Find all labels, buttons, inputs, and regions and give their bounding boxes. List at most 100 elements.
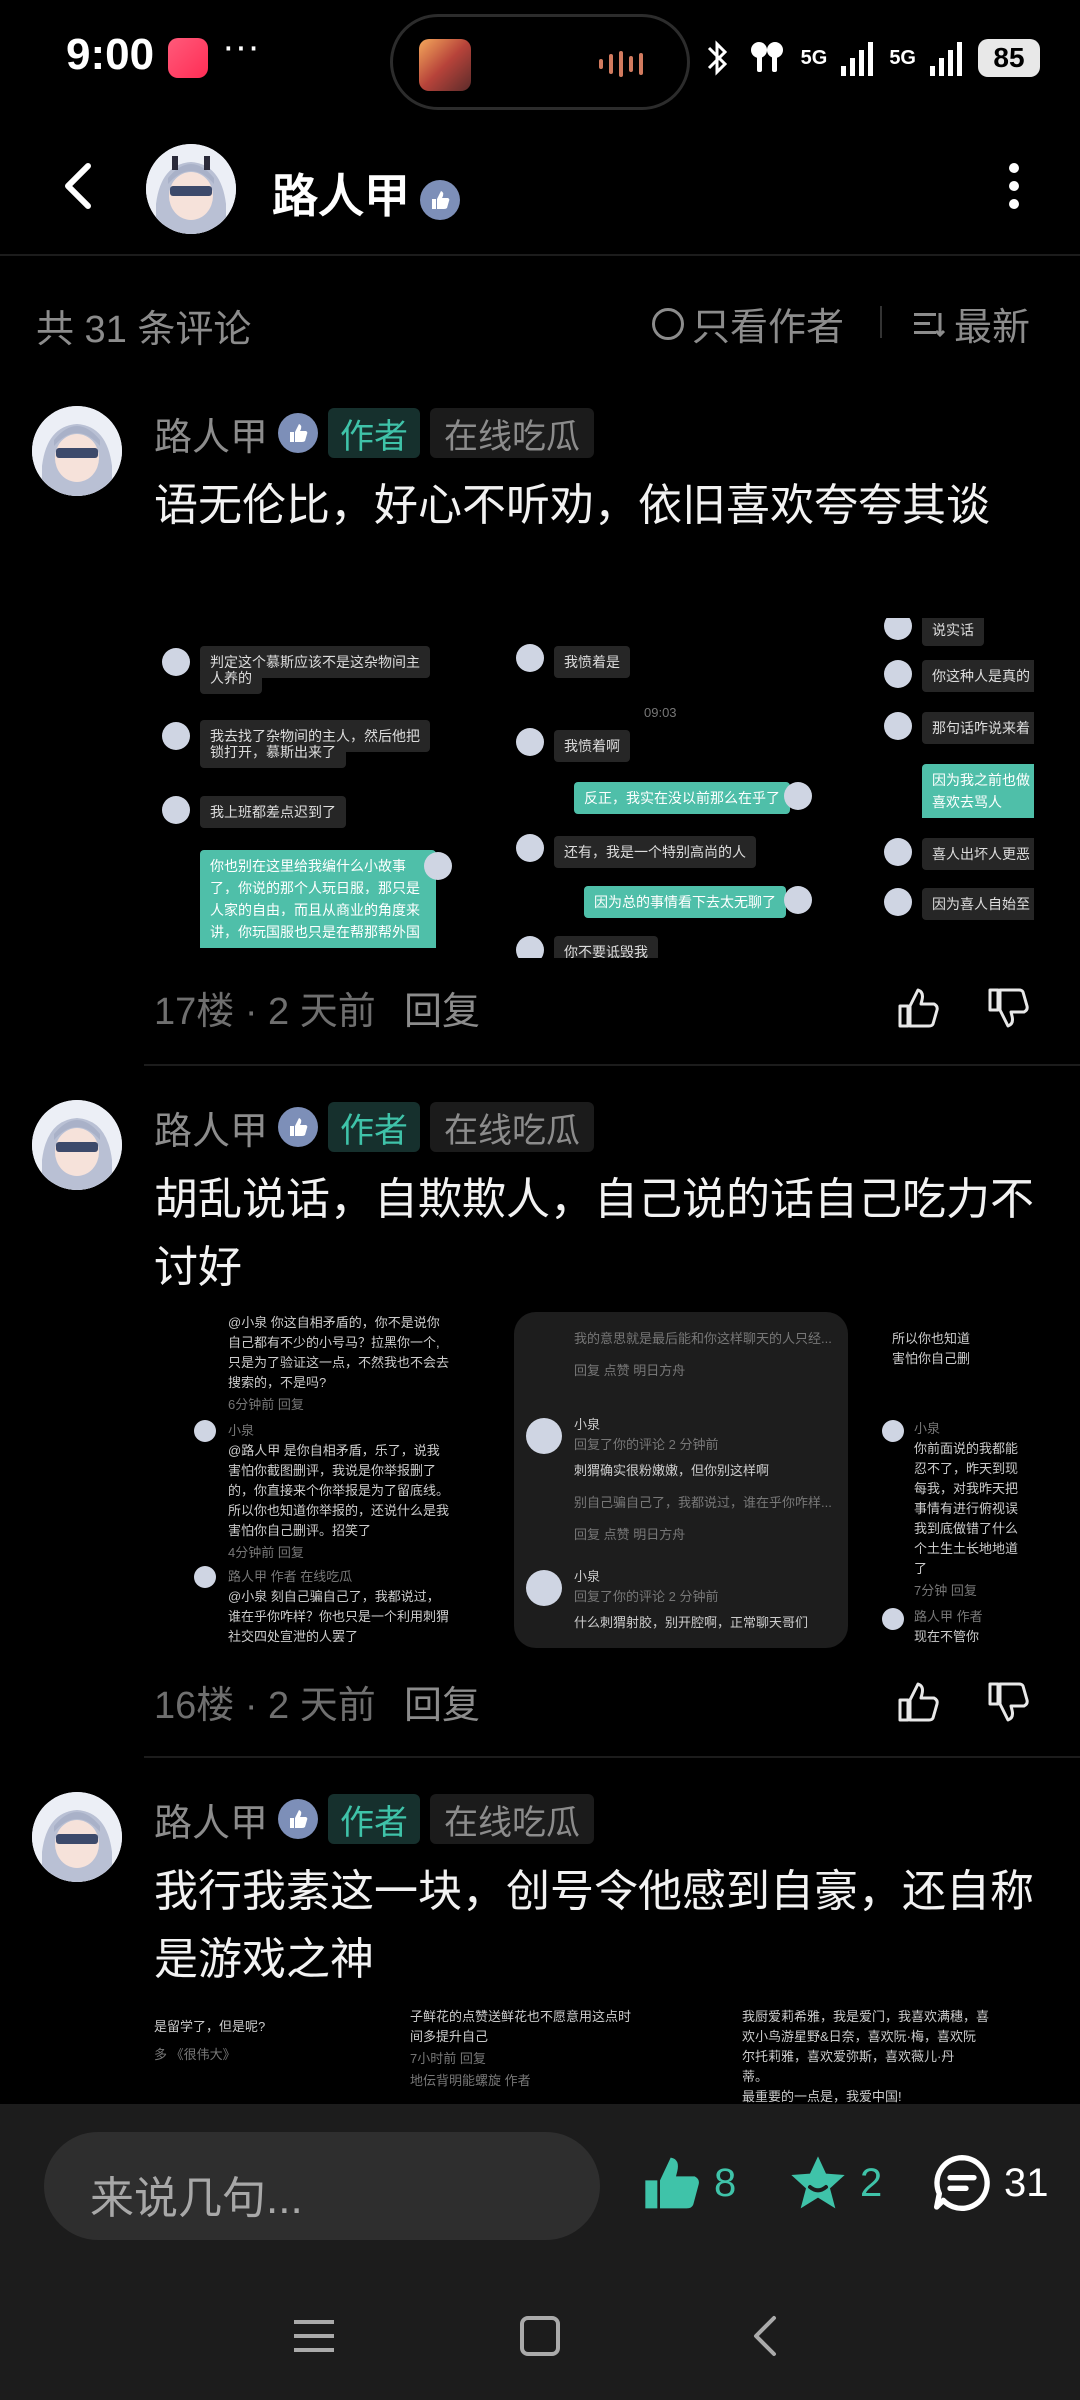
like-icon xyxy=(645,2157,699,2209)
chat-bubble: 讲，你玩国服也只是在帮那帮外国 xyxy=(200,916,436,948)
chat-time: 4分钟前 回复 xyxy=(228,1545,304,1560)
comment-image[interactable]: @小泉 你这自相矛盾的，你不是说你 自己都有不少的小号马？拉黑你一个, 只是为了… xyxy=(194,1312,484,1652)
star-icon xyxy=(791,2156,845,2209)
circle-icon xyxy=(652,307,684,340)
comment-image[interactable]: 是留学了，但是呢? 多 《很伟大》 xyxy=(154,2006,454,2104)
signal-2-label: 5G xyxy=(889,47,916,69)
chat-meta: 回复了你的评论 2 分钟前 xyxy=(574,1437,719,1452)
chat-user: 小泉 xyxy=(574,1417,601,1432)
thumb-up-icon[interactable] xyxy=(894,984,942,1032)
chat-bubble: 说实话 xyxy=(922,618,984,646)
chat-line: 所以你也知道 xyxy=(892,1331,971,1346)
sort-bar: 共 31 条评论 只看作者 最新 xyxy=(0,256,1080,386)
comment-text: 胡乱说话，自欺欺人，自己说的话自己吃力不讨好 xyxy=(154,1175,1034,1292)
floor-time: 16楼 · 2 天前 xyxy=(154,1685,376,1727)
verify-icon xyxy=(278,1107,319,1147)
chat-time: 09:03 xyxy=(644,705,677,720)
more-icon[interactable] xyxy=(1004,160,1024,212)
chat-user: 地伝背明能螺旋 作者 xyxy=(410,2073,531,2088)
chat-user: 路人甲 作者 xyxy=(914,1609,983,1624)
only-author-toggle[interactable]: 只看作者 xyxy=(652,296,844,351)
chat-line: 搜索的，不是吗? xyxy=(228,1375,327,1390)
chat-line: 谁在乎你咋样？你也只是一个利用刺猬 xyxy=(228,1609,450,1624)
comment-image[interactable]: 判定这个慕斯应该不是这杂物间主 人养的 我去找了杂物间的主人，然后他把 锁打开，… xyxy=(154,618,454,958)
author-tag: 作者 xyxy=(328,1794,421,1844)
author-tag: 作者 xyxy=(328,408,421,458)
chat-line: 的，你直接来个你举报是为了留底线。 xyxy=(228,1483,450,1498)
chat-line: 自己都有不少的小号马？拉黑你一个, xyxy=(228,1335,440,1350)
chat-user: 小泉 xyxy=(914,1421,941,1436)
commenter-avatar[interactable] xyxy=(32,1792,122,1882)
comment-count: 31 xyxy=(1004,2160,1049,2205)
author-tag: 作者 xyxy=(328,1102,421,1152)
chat-bubble: 反正，我实在没以前那么在乎了 xyxy=(574,782,790,814)
thumb-down-icon[interactable] xyxy=(984,1678,1032,1726)
chat-line: 你前面说的我都能 xyxy=(914,1441,1019,1456)
comment-footer: 17楼 · 2 天前 回复 xyxy=(154,980,1034,1040)
battery-indicator: 85 xyxy=(978,39,1040,77)
status-tag: 在线吃瓜 xyxy=(430,1102,595,1152)
dynamic-island[interactable] xyxy=(390,14,690,110)
commenter-avatar[interactable] xyxy=(32,406,122,496)
chat-line: 什么刺猬射胶，别开腔啊，正常聊天哥们 xyxy=(574,1615,809,1630)
chat-line: @小泉 刻自己骗自己了，我都说过， xyxy=(228,1589,440,1604)
commenter-name[interactable]: 路人甲 xyxy=(154,1792,268,1847)
commenter-name[interactable]: 路人甲 xyxy=(154,406,268,461)
chat-line: 害怕你自己删 xyxy=(892,1351,971,1366)
comment-image[interactable]: 我厨爱莉希雅，我是爱门，我喜欢满穗，喜 欢小鸟游星野&日奈，喜欢阮·梅，喜欢阮 … xyxy=(742,2006,1034,2104)
chat-bubble: 因为总的事情看下去太无聊了 xyxy=(584,886,786,918)
verify-icon xyxy=(420,179,460,220)
comment-input[interactable]: 来说几句... xyxy=(44,2132,600,2240)
floor-time: 17楼 · 2 天前 xyxy=(154,991,376,1033)
chat-bubble: 你这种人是真的 xyxy=(922,660,1034,692)
chat-line: 别自己骗自己了，我都说过，谁在乎你咋样... xyxy=(574,1495,832,1510)
comment-item: 路人甲 作者 在线吃瓜 我行我素这一块，创号令他感到自豪，还自称是游戏之神 是留… xyxy=(0,1772,1080,2104)
thumb-down-icon[interactable] xyxy=(984,984,1032,1032)
chat-line: 蒂。 xyxy=(742,2069,769,2084)
chat-line: 每我，对我昨天把 xyxy=(914,1481,1019,1496)
chat-line: 刺猬确实很粉嫩嫩，但你别这样啊 xyxy=(574,1463,770,1478)
chat-line: 子鲜花的点赞送鲜花也不愿意用这点时 xyxy=(410,2009,632,2024)
comment-image[interactable]: 我愤着是 09:03 我愤着啊 反正，我实在没以前那么在乎了 还有，我是一个特别… xyxy=(514,618,814,958)
commenter-name[interactable]: 路人甲 xyxy=(154,1100,268,1155)
commenter-avatar[interactable] xyxy=(32,1100,122,1190)
chat-line: 事情有进行俯视误 xyxy=(914,1501,1019,1516)
chat-line: 我的意思就是最后能和你这样聊天的人只经... xyxy=(574,1331,832,1346)
media-thumbnail xyxy=(419,39,471,91)
comment-item: 路人甲 作者 在线吃瓜 语无伦比，好心不听劝，依旧喜欢夸夸其谈 判定这个慕斯应该… xyxy=(0,386,1080,1066)
reply-button[interactable]: 回复 xyxy=(404,1674,480,1729)
sort-newest-button[interactable]: 最新 xyxy=(912,296,1030,351)
comment-image[interactable]: 子鲜花的点赞送鲜花也不愿意用这点时 间多提升自己 7小时前 回复 地伝背明能螺旋… xyxy=(410,2006,710,2104)
chat-line: 欢小鸟游星野&日奈，喜欢阮·梅，喜欢阮 xyxy=(742,2029,977,2044)
chat-line: 间多提升自己 xyxy=(410,2029,489,2044)
status-time: 9:00 xyxy=(66,30,155,79)
comment-count-label: 共 31 条评论 xyxy=(36,309,252,351)
comment-text: 我行我素这一块，创号令他感到自豪，还自称是游戏之神 xyxy=(154,1867,1034,1984)
comment-image[interactable]: 所以你也知道 害怕你自己删 小泉 你前面说的我都能 忍不了，昨天到现 每我，对我… xyxy=(882,1312,1034,1652)
comment-images: 是留学了，但是呢? 多 《很伟大》 子鲜花的点赞送鲜花也不愿意用这点时 间多提升… xyxy=(154,2006,1034,2104)
home-icon[interactable] xyxy=(512,2308,568,2364)
header-avatar[interactable] xyxy=(146,144,236,234)
thumb-up-icon[interactable] xyxy=(894,1678,942,1726)
chat-user: 小泉 xyxy=(228,1423,255,1438)
chat-bubble: 那句话咋说来着 xyxy=(922,712,1034,744)
chat-line: 害怕你截图删评，我说是你举报删了 xyxy=(228,1463,437,1478)
reply-button[interactable]: 回复 xyxy=(404,980,480,1035)
comment-image[interactable]: 说实话 你这种人是真的 那句话咋说来着 因为我之前也做 喜欢去骂人 喜人出坏人更… xyxy=(882,618,1034,958)
page-title-text: 路人甲 xyxy=(272,170,410,222)
chat-bubble: 还有，我是一个特别高尚的人 xyxy=(554,836,756,868)
signal-1-label: 5G xyxy=(800,47,828,69)
notification-app-icon xyxy=(168,38,208,78)
back-icon[interactable] xyxy=(50,156,110,216)
comment-image[interactable]: 我的意思就是最后能和你这样聊天的人只经... 回复 点赞 明日方舟 小泉 回复了… xyxy=(514,1312,848,1648)
comment-button[interactable]: 31 xyxy=(930,2148,1049,2218)
like-count: 8 xyxy=(714,2160,737,2205)
nav-back-icon[interactable] xyxy=(738,2308,794,2364)
like-button[interactable]: 8 xyxy=(640,2148,736,2218)
chat-line: 最重要的一点是，我爱中国! xyxy=(742,2089,902,2104)
comment-input-bar: 来说几句... 8 2 31 xyxy=(0,2104,1080,2268)
chat-meta: 回复 点赞 明日方舟 xyxy=(574,1527,686,1542)
favorite-button[interactable]: 2 xyxy=(786,2148,882,2218)
menu-icon[interactable] xyxy=(286,2308,342,2364)
chat-meta: 回复 点赞 明日方舟 xyxy=(574,1363,686,1378)
